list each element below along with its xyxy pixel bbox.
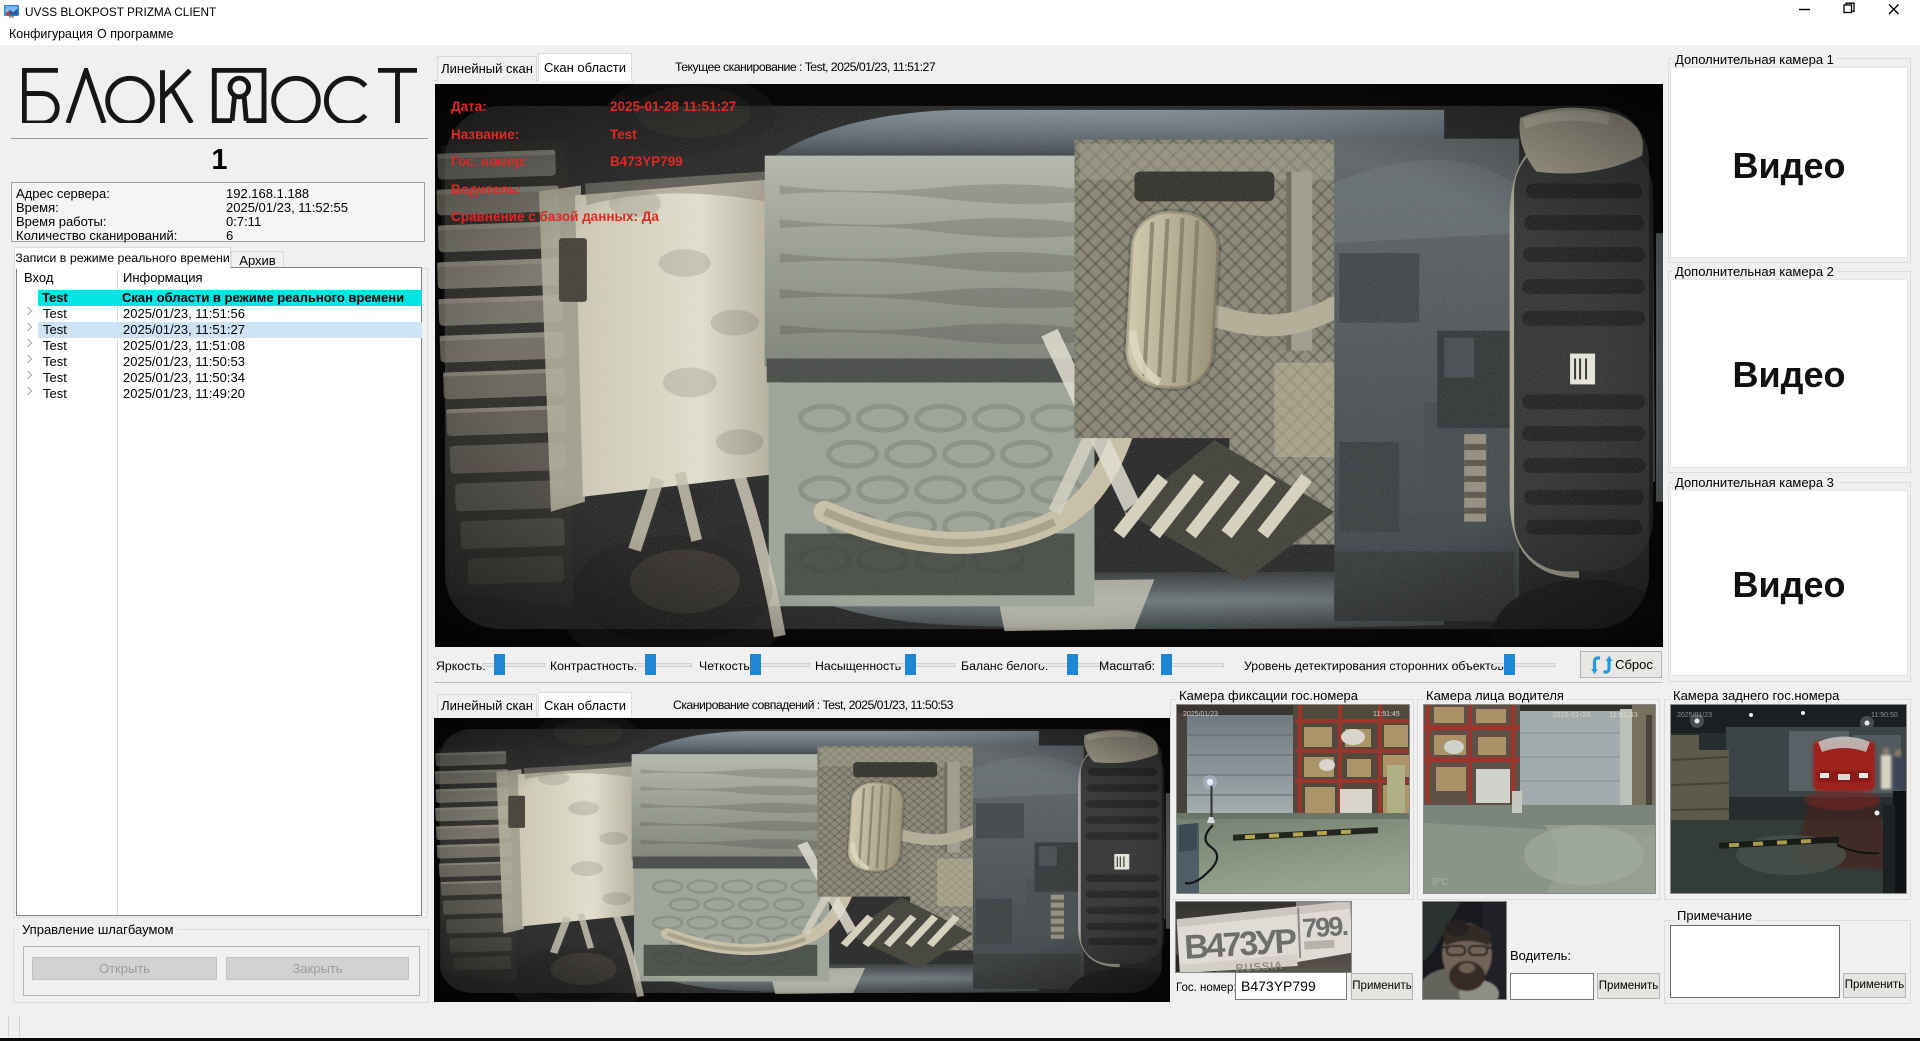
- svg-text:2025/01/23: 2025/01/23: [1677, 712, 1712, 719]
- svg-text:11:51:33: 11:51:33: [1609, 710, 1638, 719]
- svg-text:799.: 799.: [1301, 911, 1348, 944]
- svg-text:11:51:45: 11:51:45: [1373, 711, 1400, 718]
- svg-text:2025/01/23: 2025/01/23: [1183, 711, 1218, 718]
- svg-text:IPC: IPC: [1432, 877, 1449, 888]
- svg-text:2025-01-23: 2025-01-23: [1552, 710, 1590, 719]
- svg-text:11:50:50: 11:50:50: [1871, 712, 1898, 719]
